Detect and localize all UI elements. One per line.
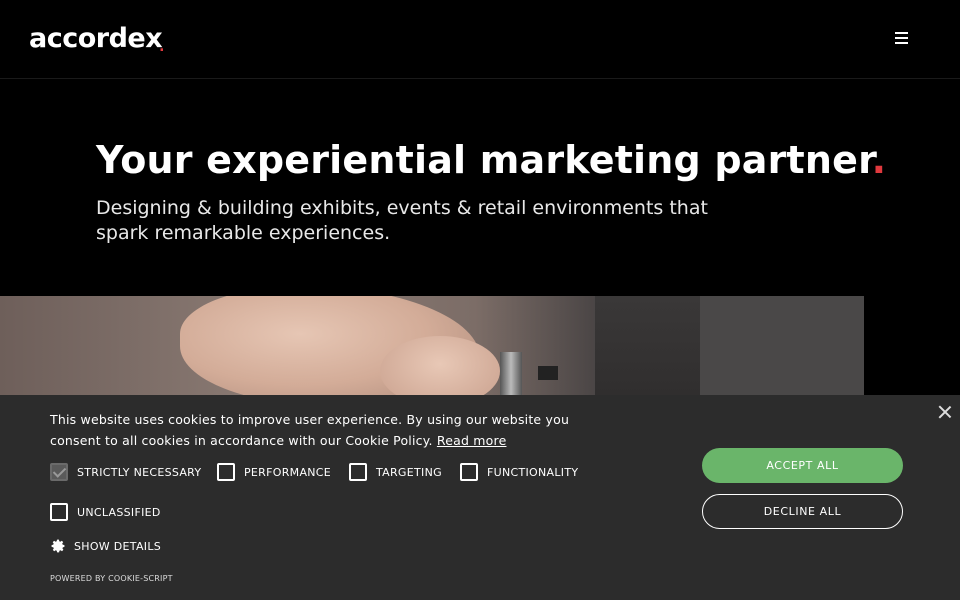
nut-shape	[538, 366, 558, 380]
menu-bar	[895, 32, 908, 34]
show-details-label: SHOW DETAILS	[74, 539, 162, 553]
checkbox-performance[interactable]: PERFORMANCE	[217, 463, 331, 481]
logo-accent-dot: .	[159, 39, 164, 55]
checkbox-label: TARGETING	[376, 465, 442, 479]
cookie-banner: This website uses cookies to improve use…	[0, 395, 960, 600]
checkbox-label: UNCLASSIFIED	[77, 505, 161, 519]
hero-subtitle: Designing & building exhibits, events & …	[96, 197, 708, 244]
checkbox-strictly-necessary[interactable]: STRICTLY NECESSARY	[50, 463, 201, 481]
hero-image	[0, 296, 864, 406]
menu-bar	[895, 42, 908, 44]
menu-bar	[895, 37, 908, 39]
decline-all-button[interactable]: DECLINE ALL	[702, 494, 903, 529]
hero-title: Your experiential marketing partner.	[96, 138, 886, 182]
logo-text: accordex	[29, 23, 163, 54]
checkbox-functionality[interactable]: FUNCTIONALITY	[460, 463, 578, 481]
checkbox-box[interactable]	[50, 463, 68, 481]
cookie-message: This website uses cookies to improve use…	[50, 409, 590, 451]
accept-all-button[interactable]: ACCEPT ALL	[702, 448, 903, 483]
powered-by-link[interactable]: POWERED BY COOKIE-SCRIPT	[50, 574, 173, 583]
hero-title-accent: .	[871, 138, 887, 182]
checkbox-targeting[interactable]: TARGETING	[349, 463, 442, 481]
checkbox-box[interactable]	[50, 503, 68, 521]
gear-icon	[51, 539, 65, 553]
read-more-link[interactable]: Read more	[437, 433, 507, 448]
close-icon[interactable]	[937, 404, 953, 420]
accordex-logo[interactable]: accordex.	[29, 24, 164, 62]
metal-plate-right	[700, 296, 864, 406]
checkbox-label: PERFORMANCE	[244, 465, 332, 479]
checkbox-label: STRICTLY NECESSARY	[77, 465, 202, 479]
site-header: accordex.	[0, 0, 960, 79]
checkbox-label: FUNCTIONALITY	[487, 465, 579, 479]
checkbox-box[interactable]	[217, 463, 235, 481]
checkbox-box[interactable]	[460, 463, 478, 481]
hero-title-text: Your experiential marketing partner	[96, 138, 872, 182]
checkbox-box[interactable]	[349, 463, 367, 481]
checkbox-unclassified[interactable]: UNCLASSIFIED	[50, 503, 161, 521]
show-details-button[interactable]: SHOW DETAILS	[50, 538, 161, 554]
hamburger-menu-icon[interactable]	[893, 32, 911, 46]
